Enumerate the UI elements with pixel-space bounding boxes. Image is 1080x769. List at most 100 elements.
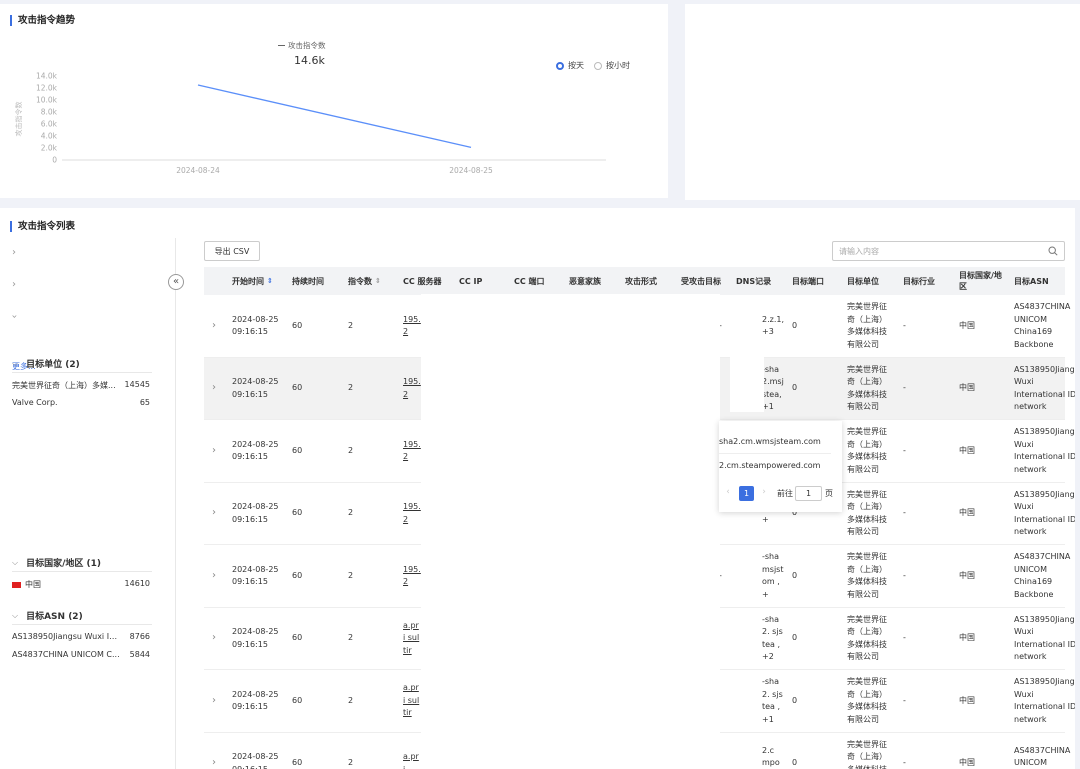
facet-row-name: AS138950Jiangsu Wuxi Inte... — [12, 632, 120, 641]
cell-count: 2 — [348, 633, 354, 643]
expand-icon[interactable]: › — [212, 733, 216, 769]
y-tick-label: 6.0k — [41, 120, 58, 129]
cell-country: 中国 — [959, 445, 975, 455]
cell-cc-server[interactable]: a.pri sultir — [403, 608, 421, 670]
dns-popover: sha2.cm.wmsjsteam.com 2.cm.steampowered.… — [719, 421, 842, 512]
cell-duration: 60 — [292, 445, 303, 455]
side-panel-card — [685, 4, 1080, 200]
sort-icon[interactable]: ⇕ — [267, 276, 273, 287]
series-line[interactable] — [197, 84, 472, 149]
expand-icon[interactable]: › — [212, 670, 216, 732]
chevron-right-icon[interactable]: › — [12, 279, 16, 290]
export-csv-button[interactable]: 导出 CSV — [204, 241, 260, 261]
y-tick-label: 2.0k — [41, 144, 58, 153]
search-icon[interactable] — [1048, 246, 1058, 256]
cell-target-unit: 完美世界征奇（上海）多媒体科技有限公司 — [847, 614, 887, 662]
goto-page-input[interactable]: 1 — [795, 486, 822, 501]
cell-cc-server[interactable]: 195.2 — [403, 295, 421, 357]
cell-country: 中国 — [959, 570, 975, 580]
trend-card: 攻击指令趋势 攻击指令数 14.6k 按天 按小时 攻击指令数 0 2.0k 4.0… — [0, 4, 668, 198]
cell-start-time: 2024-08-25 09:16:15 — [232, 564, 279, 587]
cell-industry: - — [903, 508, 906, 518]
search-input[interactable] — [839, 246, 1048, 256]
cell-dns: -sha2. sjstea , +1 — [762, 677, 783, 724]
facet-country-row[interactable]: 中国 14610 — [12, 579, 150, 590]
cell-cc-server[interactable]: 195.2 — [403, 358, 421, 420]
cell-dns: -sha2. sjstea , +2 — [762, 614, 783, 662]
collapse-sidebar-button[interactable]: « — [168, 274, 184, 290]
cell-industry: - — [903, 633, 906, 643]
facet-divider — [12, 571, 152, 572]
cell-country: 中国 — [959, 508, 975, 518]
cell-target-unit: 完美世界征奇（上海）多媒体科技有限公司 — [847, 427, 887, 474]
sort-icon[interactable]: ⇕ — [375, 276, 381, 287]
divider — [719, 453, 831, 454]
col-count[interactable]: 指令数 ⇕ — [348, 267, 381, 295]
facet-unit-title[interactable]: ⌵ 目标单位 (2) — [12, 357, 80, 371]
cell-asn: AS4837CHINA UNICOM China169 Backbone — [1014, 302, 1071, 349]
col-target-unit: 目标单位 — [847, 276, 879, 286]
col-cc-server: CC 服务器 — [403, 276, 442, 286]
col-attack-type: 攻击形式 — [625, 276, 657, 286]
facet-asn-row[interactable]: AS138950Jiangsu Wuxi Inte... 8766 — [12, 632, 150, 641]
facet-row-count: 5844 — [129, 650, 150, 659]
facet-country-label: 目标国家/地区 (1) — [26, 559, 101, 569]
cell-count: 2 — [348, 758, 354, 768]
cell-target-port: 0 — [792, 383, 798, 393]
chevron-down-icon: ⌵ — [12, 557, 19, 567]
chevron-right-icon[interactable]: › — [12, 247, 16, 258]
cell-duration: 60 — [292, 320, 303, 330]
list-card: 攻击指令列表 › › › 更多... ⌵ 目标单位 (2) 完美世界征奇（上海）… — [0, 208, 1075, 769]
cell-industry: - — [903, 445, 906, 455]
cell-cc-server[interactable]: a.pri — [403, 733, 421, 769]
expand-icon[interactable]: › — [212, 608, 216, 670]
cell-target-port: 0 — [792, 320, 798, 330]
cell-country: 中国 — [959, 758, 975, 768]
y-tick-label: 14.0k — [36, 72, 58, 81]
list-title: 攻击指令列表 — [10, 221, 75, 232]
facet-unit-row[interactable]: 完美世界征奇（上海）多媒... 14545 — [12, 380, 150, 391]
cell-country: 中国 — [959, 320, 975, 330]
next-page-button[interactable]: › — [757, 485, 771, 499]
cell-dns: 2.z.1, +3 — [762, 314, 784, 337]
cell-cc-server[interactable]: 195.2 — [403, 483, 421, 545]
cell-industry: - — [903, 320, 906, 330]
cell-country: 中国 — [959, 383, 975, 393]
page-1-button[interactable]: 1 — [739, 486, 754, 501]
col-duration: 持续时间 — [292, 276, 324, 286]
facet-country-title[interactable]: ⌵ 目标国家/地区 (1) — [12, 556, 101, 570]
cell-country: 中国 — [959, 695, 975, 705]
overlay-mask — [730, 354, 764, 412]
col-family: 恶意家族 — [569, 276, 601, 286]
cell-target-port: 0 — [792, 695, 798, 705]
y-axis-label: 攻击指令数 — [14, 102, 23, 137]
cell-target-unit: 完美世界征奇（上海）多媒体科技有限公司 — [847, 677, 887, 724]
search-box — [832, 241, 1065, 261]
chevron-down-icon[interactable]: › — [9, 315, 20, 319]
y-tick-label: 0 — [52, 156, 57, 165]
cell-start-time: 2024-08-25 09:16:15 — [232, 439, 279, 462]
prev-page-button[interactable]: ‹ — [721, 485, 735, 499]
col-country: 目标国家/地区 — [959, 271, 1002, 291]
cell-cc-server[interactable]: 195.2 — [403, 545, 421, 607]
expand-icon[interactable]: › — [212, 358, 216, 420]
cell-cc-server[interactable]: a.pri sultir — [403, 670, 421, 732]
expand-icon[interactable]: › — [212, 483, 216, 545]
cell-duration: 60 — [292, 383, 303, 393]
cell-duration: 60 — [292, 758, 303, 768]
expand-icon[interactable]: › — [212, 545, 216, 607]
cell-target-port: 0 — [792, 633, 798, 643]
cell-duration: 60 — [292, 633, 303, 643]
cell-industry: - — [903, 758, 906, 768]
facet-row-name: 中国 — [25, 580, 41, 589]
cell-count: 2 — [348, 570, 354, 580]
facet-unit-row[interactable]: Valve Corp. 65 — [12, 398, 150, 407]
col-start-time[interactable]: 开始时间 ⇕ — [232, 267, 273, 295]
cell-asn: AS138950Jiangsu Wuxi International IDC n… — [1014, 364, 1075, 412]
cell-cc-server[interactable]: 195.2 — [403, 420, 421, 482]
cell-target-unit: 完美世界征奇（上海）多媒体科技有限公司 — [847, 302, 887, 349]
facet-asn-row[interactable]: AS4837CHINA UNICOM C... 5844 — [12, 650, 150, 659]
facet-asn-title[interactable]: ⌵ 目标ASN (2) — [12, 609, 83, 623]
expand-icon[interactable]: › — [212, 295, 216, 357]
expand-icon[interactable]: › — [212, 420, 216, 482]
